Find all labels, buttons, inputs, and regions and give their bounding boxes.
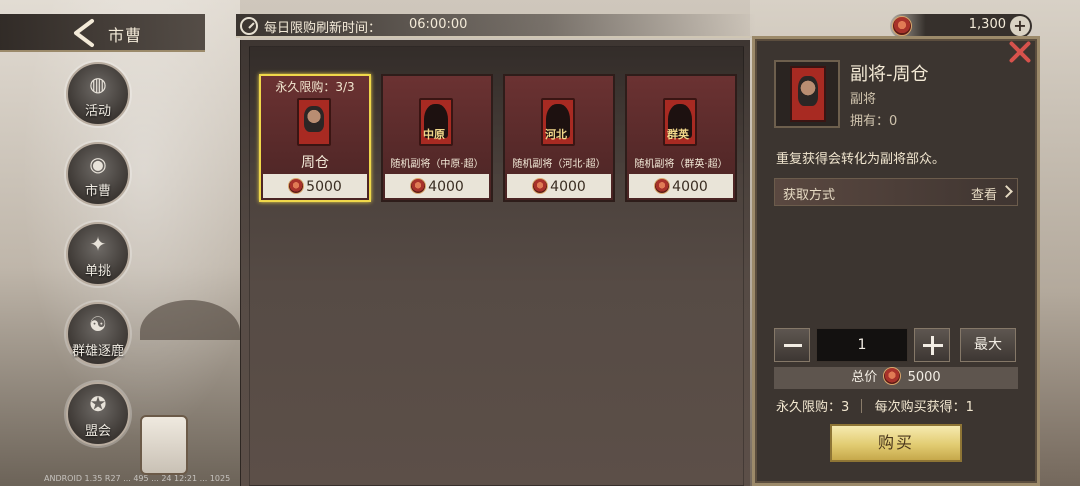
top-bar: 市曹 [0, 14, 205, 52]
price-strip: 4000 [385, 174, 489, 198]
faction-tag: 河北 [545, 128, 567, 141]
alliance-icon: ✪ [89, 392, 107, 416]
max-quantity-button[interactable]: 最大 [960, 328, 1016, 362]
detail-owned-count: 拥有：0 [850, 114, 898, 129]
crossed-swords-icon: ✦ [89, 232, 107, 256]
coin-icon [532, 178, 549, 194]
item-name: 随机副将（河北·超） [512, 159, 606, 170]
detail-description: 重复获得会转化为副将部众。 [776, 152, 946, 167]
nav-item-label: 群雄逐鹿 [71, 344, 124, 359]
currency-bar: 1,300 + [890, 14, 1032, 38]
quantity-input[interactable] [816, 328, 908, 362]
decrease-quantity-button[interactable] [774, 328, 810, 362]
item-name: 周仓 [301, 155, 329, 171]
nav-item-duel[interactable]: ✦ 单挑 [66, 222, 130, 286]
shop-item-card[interactable]: 中原 随机副将（中原·超） 4000 [381, 74, 493, 202]
coin-icon [892, 16, 912, 36]
refresh-label: 每日限购刷新时间： [264, 21, 382, 36]
shop-item-card[interactable]: 永久限购：3/3 周仓 5000 [259, 74, 371, 202]
general-portrait [297, 98, 331, 146]
chevron-right-icon [1000, 185, 1013, 198]
divider [861, 399, 863, 413]
page-title: 市曹 [108, 26, 143, 45]
total-price-value: 5000 [907, 370, 941, 385]
market-icon: ◉ [89, 152, 107, 176]
refresh-time: 06:00:00 [409, 17, 468, 32]
coin-icon [410, 178, 427, 194]
deer-icon: ☯ [89, 312, 107, 336]
nav-item-contest[interactable]: ☯ 群雄逐鹿 [66, 302, 130, 366]
refresh-time-bar: 每日限购刷新时间： 06:00:00 [236, 14, 756, 38]
nav-item-alliance[interactable]: ✪ 盟会 [66, 382, 130, 446]
nav-item-label: 单挑 [84, 264, 111, 279]
coin-icon [654, 178, 671, 194]
coin-icon [883, 367, 902, 385]
currency-amount: 1,300 [968, 17, 1006, 32]
item-name: 随机副将（群英·超） [634, 159, 728, 170]
building-roof [140, 300, 240, 340]
general-face [304, 106, 324, 132]
item-price: 4000 [550, 179, 586, 195]
nav-item-label: 市曹 [84, 184, 111, 199]
add-currency-button[interactable]: + [1010, 16, 1030, 36]
item-price: 4000 [672, 179, 708, 195]
detail-portrait [774, 60, 840, 128]
coin-icon [288, 178, 305, 194]
nav-item-market[interactable]: ◉ 市曹 [66, 142, 130, 206]
item-name: 随机副将（中原·超） [390, 159, 484, 170]
shop-panel: 永久限购：3/3 周仓 5000 中原 随机副将（中原·超） 4000 河北 随… [240, 40, 750, 486]
faction-tag: 中原 [423, 128, 445, 141]
price-strip: 4000 [629, 174, 733, 198]
random-general-portrait: 群英 [663, 98, 697, 146]
shop-item-card[interactable]: 河北 随机副将（河北·超） 4000 [503, 74, 615, 202]
close-icon[interactable] [1006, 38, 1034, 66]
purchase-limit: 永久限购：3/3 [275, 80, 355, 94]
acquire-method-row[interactable]: 获取方式 查看 [774, 178, 1018, 206]
buy-button[interactable]: 购买 [830, 424, 962, 462]
permanent-limit-text: 永久限购：3 [776, 400, 850, 415]
item-price: 4000 [428, 179, 464, 195]
total-price-row: 总价 5000 [774, 367, 1018, 389]
detail-item-type: 副将 [850, 92, 877, 107]
increase-quantity-button[interactable] [914, 328, 950, 362]
general-card-icon [790, 66, 826, 122]
price-strip: 5000 [263, 174, 367, 198]
acquire-method-label: 获取方式 [783, 188, 836, 203]
random-general-portrait: 河北 [541, 98, 575, 146]
nav-item-label: 活动 [84, 104, 111, 119]
price-strip: 4000 [507, 174, 611, 198]
faction-tag: 群英 [667, 128, 689, 141]
purchase-info-row: 永久限购：3 每次购买获得：1 [776, 396, 1018, 415]
detail-item-name: 副将-周仓 [850, 64, 929, 85]
stone-lantern [140, 415, 188, 475]
item-price: 5000 [306, 179, 342, 195]
random-general-portrait: 中原 [419, 98, 453, 146]
view-link[interactable]: 查看 [971, 184, 997, 203]
clock-icon [240, 17, 258, 35]
total-price-label: 总价 [851, 370, 878, 385]
general-face [798, 76, 818, 106]
bag-icon: ◍ [89, 72, 107, 96]
device-watermark: ANDROID 1.35 R27 ... 495 ... 24 12:21 ..… [44, 474, 231, 483]
back-arrow-icon[interactable] [70, 18, 98, 48]
nav-item-activity[interactable]: ◍ 活动 [66, 62, 130, 126]
per-purchase-text: 每次购买获得：1 [874, 400, 974, 415]
nav-item-label: 盟会 [84, 424, 111, 439]
shop-item-card[interactable]: 群英 随机副将（群英·超） 4000 [625, 74, 737, 202]
